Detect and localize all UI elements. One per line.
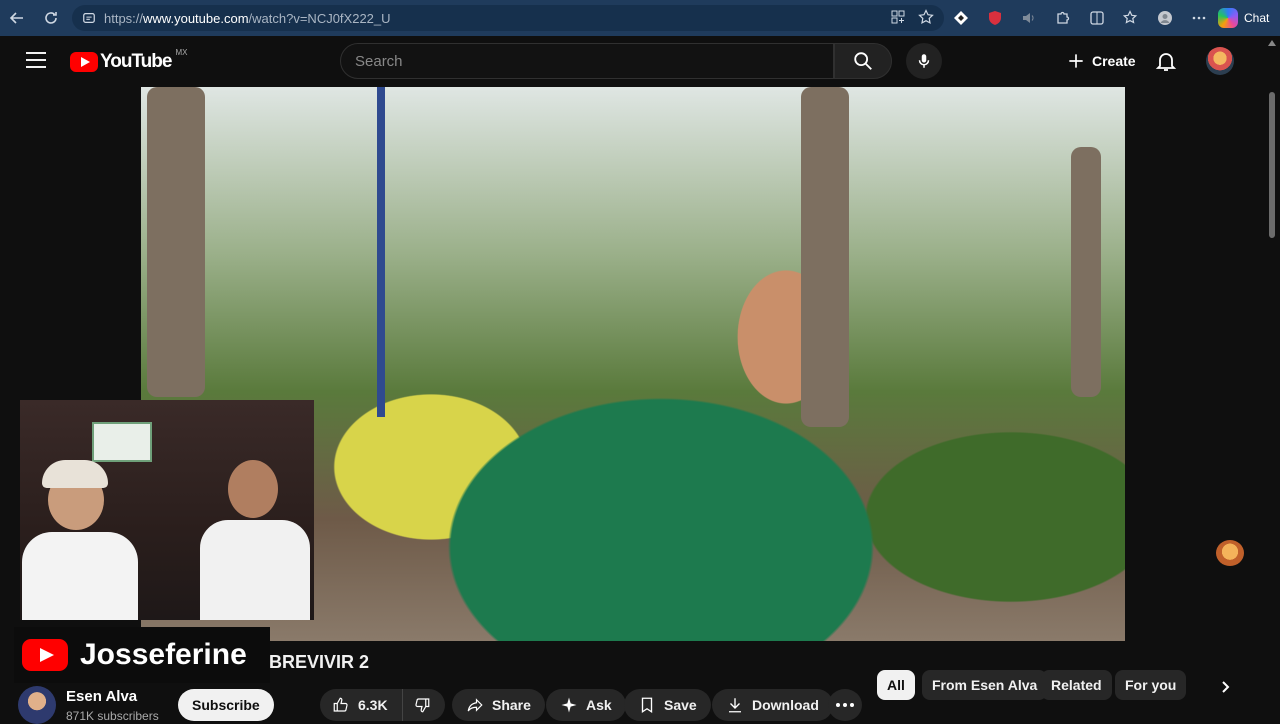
create-button[interactable]: Create <box>1056 45 1146 77</box>
diamond-icon <box>954 11 968 25</box>
extension-diamond[interactable] <box>944 0 978 36</box>
chip-from-channel[interactable]: From Esen Alva <box>922 670 1048 700</box>
save-button[interactable]: Save <box>624 689 711 721</box>
create-label: Create <box>1092 53 1136 69</box>
site-info-icon[interactable] <box>82 11 96 25</box>
notifications-bell-icon[interactable] <box>1154 49 1178 73</box>
thumbs-down-icon <box>414 698 429 713</box>
browser-toolbar: https://www.youtube.com/watch?v=NCJ0fX22… <box>0 0 1280 36</box>
reload-icon <box>45 12 57 24</box>
voice-search-button[interactable] <box>906 43 942 79</box>
page-scrollbar[interactable] <box>1264 36 1280 720</box>
url-path: /watch?v=NCJ0fX222_U <box>248 10 391 26</box>
chip-for-you[interactable]: For you <box>1115 670 1187 700</box>
bookmark-icon <box>641 697 653 714</box>
app-install-icon[interactable] <box>890 9 906 25</box>
youtube-header: YouTube MX Create <box>4 36 1264 86</box>
reload-button[interactable] <box>34 0 68 36</box>
search-input[interactable] <box>355 52 833 70</box>
download-button[interactable]: Download <box>712 689 833 721</box>
speaker-icon <box>1023 13 1034 23</box>
channel-name[interactable]: Esen Alva <box>66 688 137 705</box>
save-label: Save <box>664 697 697 713</box>
tree-trunk <box>147 87 205 397</box>
country-code: MX <box>175 47 188 57</box>
logo-text: YouTube <box>100 51 172 72</box>
account-avatar[interactable] <box>1206 47 1234 75</box>
chip-all[interactable]: All <box>877 670 915 700</box>
dislike-button[interactable] <box>403 689 445 721</box>
like-dislike-group: 6.3K <box>320 689 445 721</box>
lamp-post <box>377 87 385 417</box>
youtube-play-icon <box>70 52 98 72</box>
copilot-chat-button[interactable]: Chat <box>1212 6 1275 30</box>
puzzle-icon <box>1057 11 1070 24</box>
search-button[interactable] <box>834 43 892 79</box>
extension-puzzle[interactable] <box>1046 0 1080 36</box>
profile-button[interactable] <box>1148 0 1182 36</box>
url-domain: www.youtube.com <box>143 10 249 26</box>
tree-trunk <box>801 87 849 427</box>
search-box[interactable] <box>340 43 834 79</box>
url-prefix: https:// <box>104 10 144 26</box>
streamer-left <box>22 460 138 620</box>
channel-avatar[interactable] <box>18 686 56 724</box>
shield-icon <box>989 11 1001 25</box>
microphone-icon <box>918 54 930 68</box>
tree-trunk <box>1071 147 1101 397</box>
download-label: Download <box>752 697 819 713</box>
chips-next-button[interactable] <box>1210 674 1240 700</box>
scroll-up-arrow-icon[interactable] <box>1268 40 1276 46</box>
favorites-icon <box>1123 10 1138 24</box>
like-count: 6.3K <box>358 697 388 713</box>
address-bar[interactable]: https://www.youtube.com/watch?v=NCJ0fX22… <box>72 5 944 31</box>
more-actions-button[interactable] <box>828 689 862 721</box>
subscribe-button[interactable]: Subscribe <box>178 689 274 721</box>
back-button[interactable] <box>0 0 34 36</box>
share-icon <box>467 698 483 712</box>
chevron-right-icon <box>1222 681 1230 693</box>
settings-more-button[interactable] <box>1182 0 1216 36</box>
download-icon <box>729 698 741 713</box>
youtube-logo[interactable]: YouTube MX <box>70 47 188 73</box>
share-button[interactable]: Share <box>452 689 545 721</box>
favorite-star-icon[interactable] <box>918 9 934 25</box>
ellipsis-icon <box>1192 16 1206 20</box>
webcam-overlay <box>20 400 314 620</box>
plus-icon <box>1069 54 1083 68</box>
scrollbar-thumb[interactable] <box>1269 92 1275 238</box>
exit-sign <box>92 422 152 462</box>
subscriber-count: 871K subscribers <box>66 709 159 723</box>
url-text: https://www.youtube.com/watch?v=NCJ0fX22… <box>104 11 391 26</box>
sparkle-icon <box>561 697 577 713</box>
streamer-badge-overlay: Josseferine <box>14 627 270 683</box>
dot <box>836 703 840 707</box>
extension-volume[interactable] <box>1012 0 1046 36</box>
floating-emoji-icon <box>1216 540 1244 566</box>
menu-icon[interactable] <box>26 52 46 68</box>
like-button[interactable]: 6.3K <box>320 689 403 721</box>
streamer-name: Josseferine <box>80 638 247 671</box>
thumbs-up-icon <box>333 697 348 712</box>
arrow-left-icon <box>9 12 23 24</box>
youtube-play-icon <box>22 639 68 671</box>
search-icon <box>854 52 872 70</box>
ask-button[interactable]: Ask <box>546 689 626 721</box>
extensions-area <box>944 0 1216 36</box>
streamer-right <box>200 460 310 620</box>
extension-shield[interactable] <box>978 0 1012 36</box>
address-bar-actions <box>890 9 934 25</box>
copilot-icon <box>1218 8 1238 28</box>
profile-icon <box>1158 11 1172 25</box>
extension-split[interactable] <box>1080 0 1114 36</box>
dot <box>850 703 854 707</box>
chat-label: Chat <box>1244 11 1270 25</box>
split-screen-icon <box>1090 11 1104 25</box>
dot <box>843 703 847 707</box>
favorites-button[interactable] <box>1114 0 1148 36</box>
share-label: Share <box>492 697 531 713</box>
chip-related[interactable]: Related <box>1041 670 1112 700</box>
ask-label: Ask <box>586 697 612 713</box>
